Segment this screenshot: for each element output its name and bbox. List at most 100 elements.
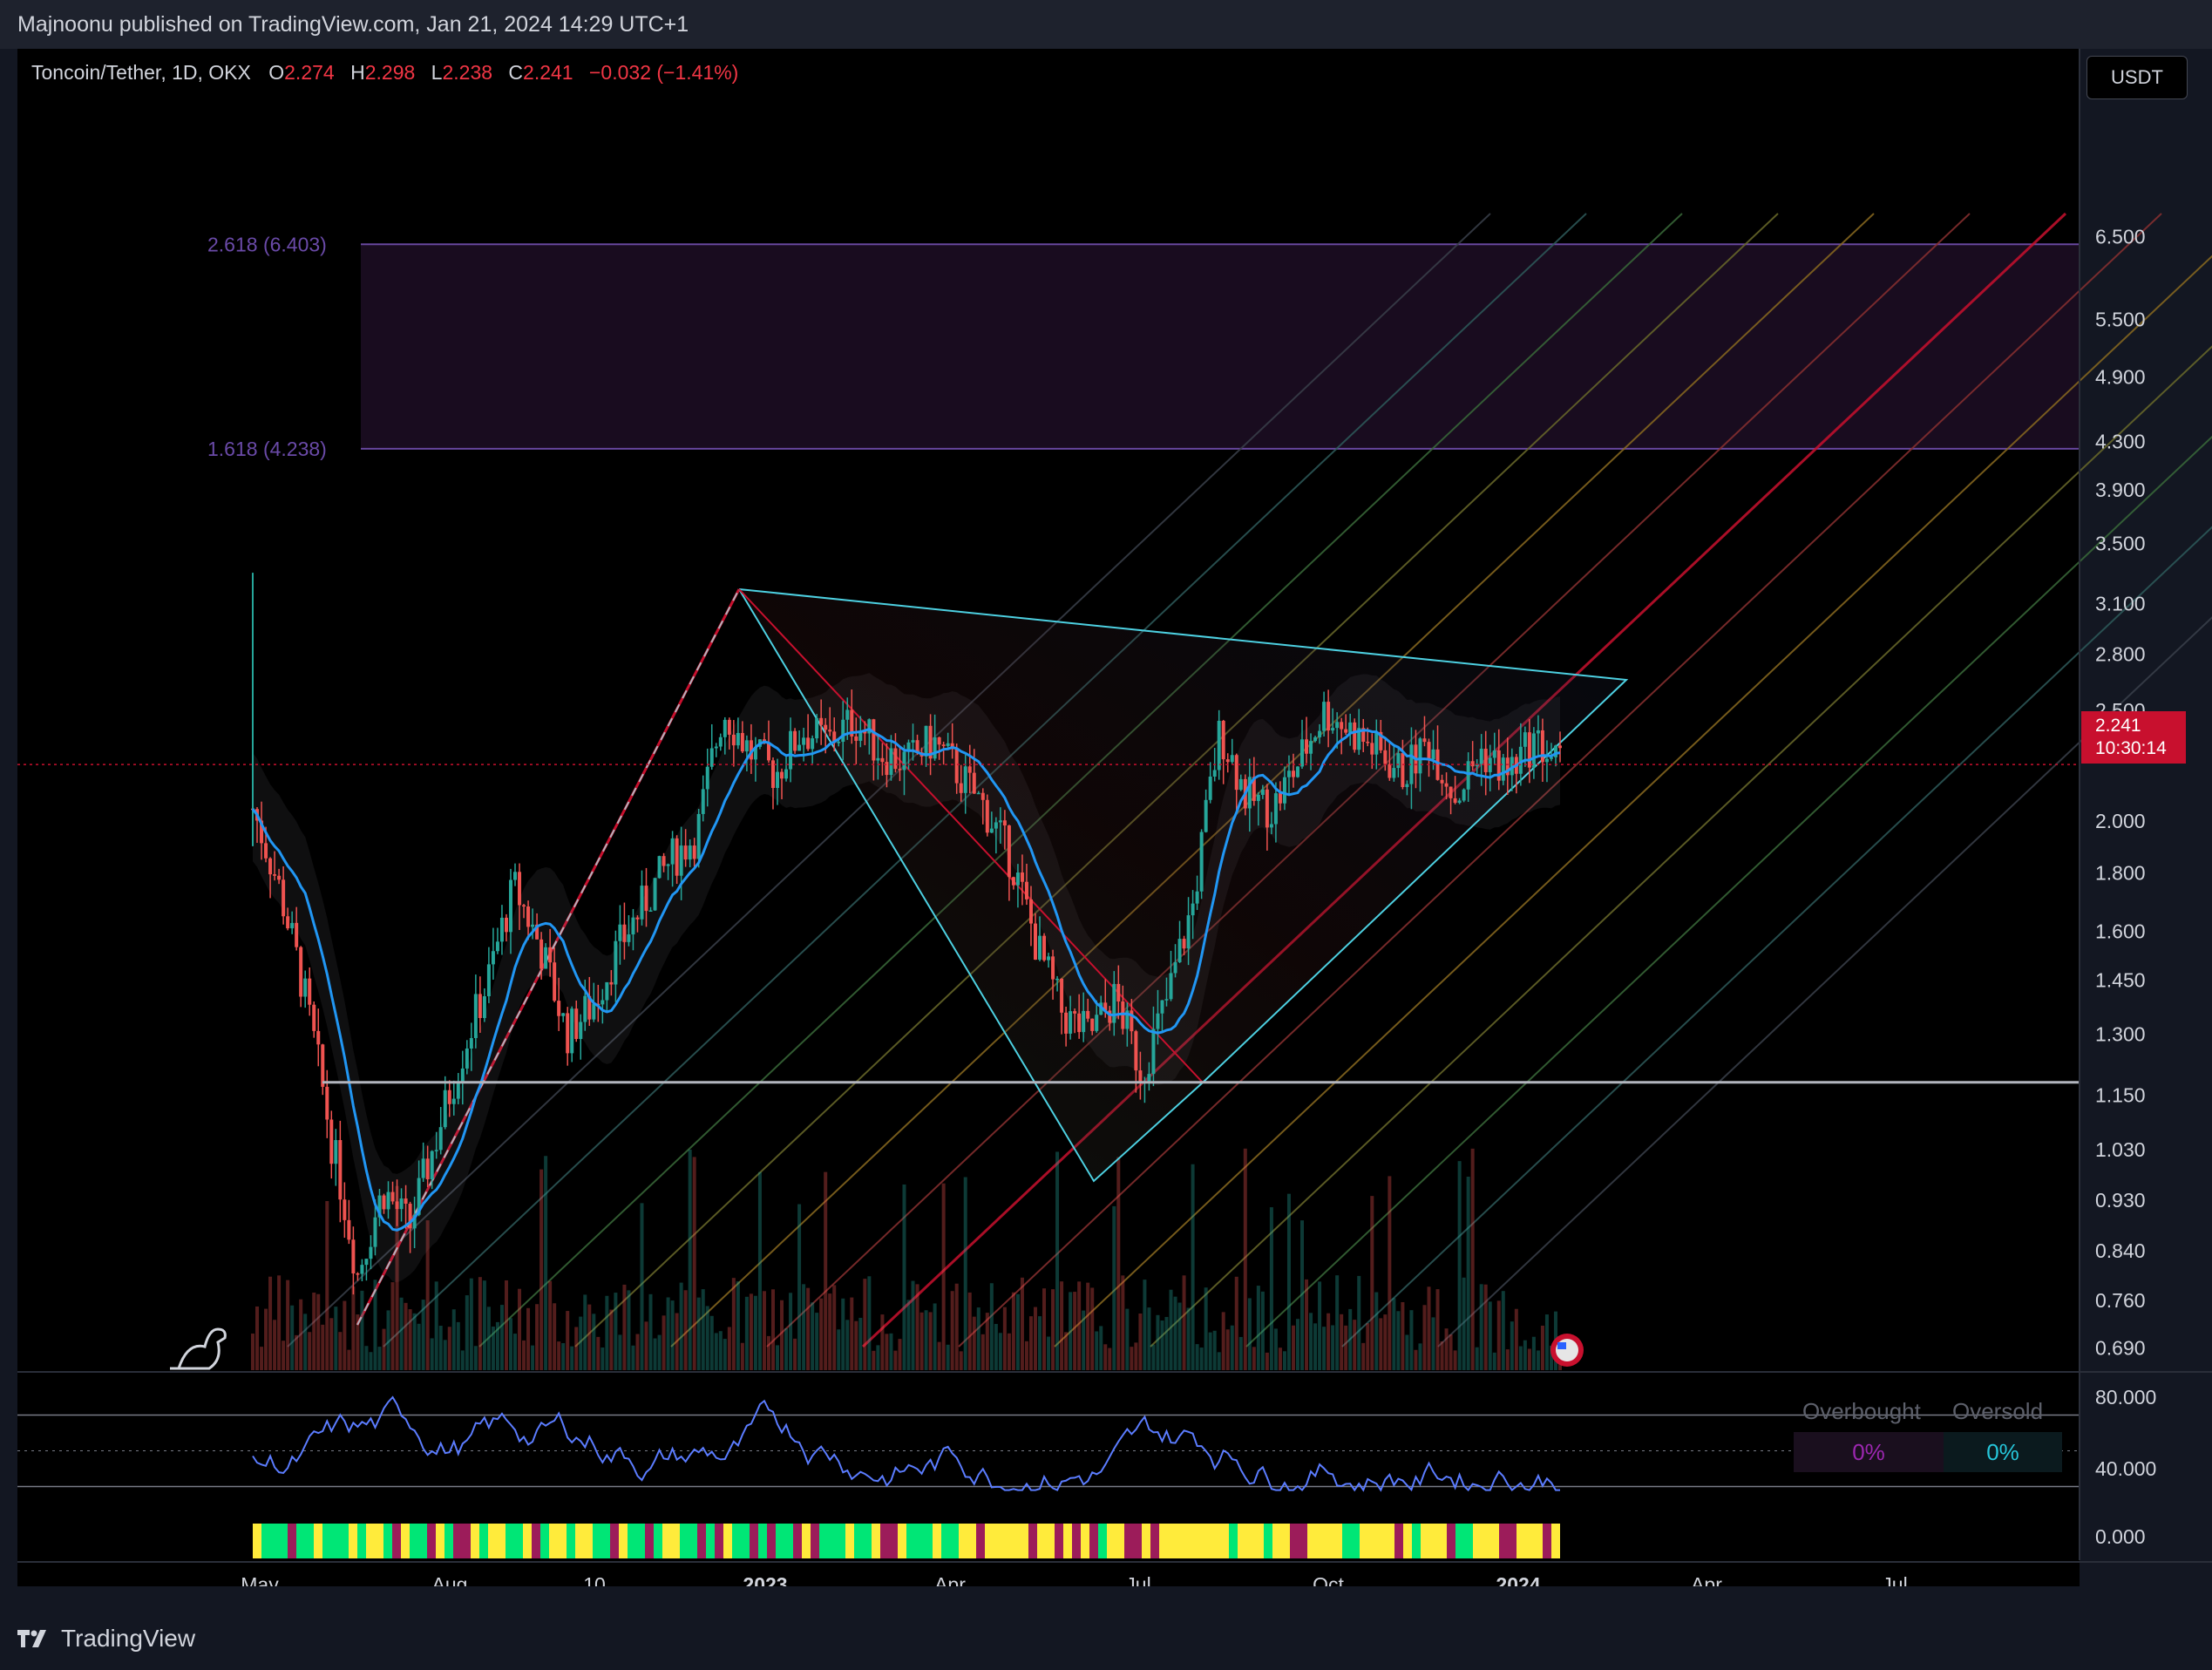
volume-bar [1457,1161,1462,1370]
candle-body [1020,872,1024,882]
candle-body [369,1246,373,1259]
candle-body [1134,1031,1138,1071]
candle-body [308,978,312,1005]
signal-strip-cell [270,1524,279,1558]
price-tick: 4.900 [2095,365,2146,388]
volume-bar [1466,1176,1470,1370]
price-tick: 3.100 [2095,593,2146,615]
volume-bar [972,1316,976,1370]
volume-bar [841,1298,845,1370]
volume-bar [596,1336,600,1370]
open-value: 2.274 [284,61,335,84]
last-price-tag: 2.241 10:30:14 [2081,711,2186,764]
signal-strip-cell [662,1524,671,1558]
high-label: H [350,61,365,84]
signal-strip-cell [1168,1524,1177,1558]
volume-bar [513,1334,518,1370]
candle-body [1544,758,1549,763]
candle-body [343,1199,347,1220]
fib-level-label: 1.618 (4.238) [207,438,327,460]
signal-strip-cell [558,1524,567,1558]
signal-strip-cell [314,1524,322,1558]
volume-bar [989,1283,994,1370]
volume-bar [1090,1287,1095,1370]
price-axis: 6.500 5.500 4.900 4.300 3.900 3.500 3.100 2.800… [2079,49,2146,1560]
candle-body [1527,732,1531,768]
signal-strip-cell [1525,1524,1534,1558]
candle-body [780,771,784,779]
volume-bar [1130,1347,1134,1370]
volume-bar [1370,1196,1374,1370]
volume-bar [421,1300,425,1370]
candle-body [553,962,557,1001]
candle-body [937,737,941,745]
volume-bar [486,1307,491,1370]
fib-extension-zone: 2.618 (6.403) 1.618 (4.238) [207,233,2080,460]
volume-bar [1418,1343,1422,1370]
symbol-legend[interactable]: Toncoin/Tether, 1D, OKX O2.274 H2.298 L2… [31,61,742,85]
volume-bar [731,1278,736,1370]
volume-bar [1143,1280,1147,1370]
volume-bar [286,1280,290,1370]
candle-body [793,730,797,751]
candle-body [360,1265,364,1274]
candle-body [1164,999,1169,1001]
currency-button[interactable]: USDT [2086,56,2188,99]
volume-bar [390,1282,395,1370]
candle-body [1431,749,1435,760]
signal-strip-cell [427,1524,436,1558]
tradingview-brand[interactable]: TradingView [17,1625,195,1653]
signal-strip-cell [1116,1524,1124,1558]
price-tick: 2.800 [2095,642,2146,665]
volume-bar [937,1341,941,1370]
candle-body [1090,1018,1095,1031]
dinosaur-outline [170,1327,227,1370]
volume-bar [504,1280,508,1370]
volume-bar [1007,1333,1011,1370]
volume-bar [950,1291,954,1370]
candle-body [264,843,268,859]
volume-bar [915,1284,919,1370]
candle-body [1234,755,1238,791]
volume-bar [1366,1323,1370,1370]
volume-bar [1344,1325,1348,1370]
volume-bar [561,1343,566,1370]
candle-body [1217,720,1221,771]
candle-body [1353,722,1357,750]
candle-body [1225,759,1230,763]
candle-body [1208,776,1212,800]
candle-body [1457,800,1462,804]
price-tick: 5.500 [2095,309,2146,331]
candle-body [1186,915,1191,949]
volume-bar [495,1321,499,1370]
candle-body [670,838,675,865]
volume-bar [854,1320,858,1370]
volume-bar [1470,1148,1475,1370]
volume-bar [994,1323,998,1370]
candle-body [657,856,662,879]
candle-body [1204,799,1208,832]
volume-bar [832,1285,837,1370]
volume-bar [919,1312,924,1370]
candle-body [518,872,522,906]
volume-bar [928,1312,933,1370]
candle-body [1344,729,1348,733]
volume-bar [998,1333,1002,1370]
candle-body [789,730,793,770]
volume-bar [268,1276,273,1370]
candle-body [1309,741,1313,754]
volume-bar [1147,1307,1151,1370]
volume-bar [806,1287,811,1370]
volume-bar [963,1177,967,1370]
signal-strip-cell [1499,1524,1508,1558]
volume-bar [377,1347,382,1370]
signal-strip-cell [1473,1524,1482,1558]
signal-strip-cell [288,1524,296,1558]
candle-body [1269,824,1273,828]
candle-body [692,845,696,859]
candle-body [1291,771,1295,777]
candle-body [561,1013,566,1016]
candle-body [1405,784,1409,787]
volume-bar [858,1317,863,1370]
volume-bar [837,1329,841,1370]
